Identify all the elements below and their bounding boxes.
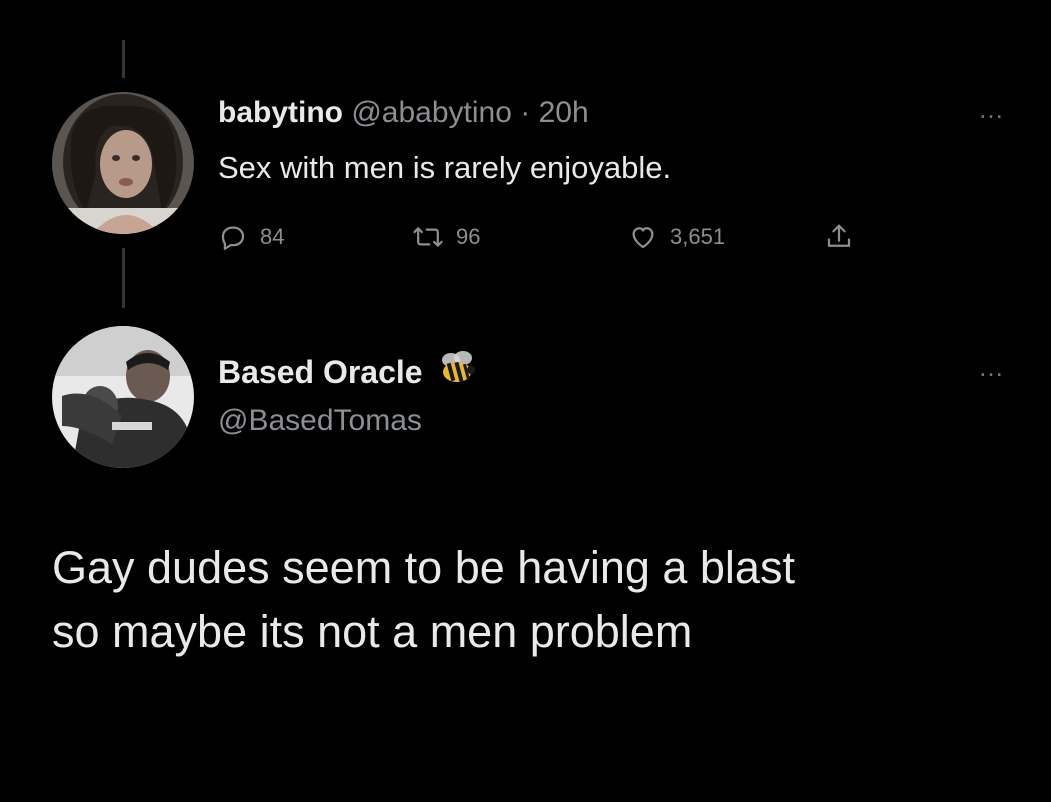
display-name[interactable]: babytino bbox=[218, 96, 343, 129]
reply-icon bbox=[218, 222, 260, 252]
reply-text: Gay dudes seem to be having a blast so m… bbox=[52, 536, 1012, 664]
handle[interactable]: @BasedTomas bbox=[218, 404, 422, 438]
retweet-icon bbox=[412, 222, 456, 252]
tweet-text: Sex with men is rarely enjoyable. bbox=[218, 150, 672, 185]
reply-count: 84 bbox=[260, 224, 285, 249]
thread-line-top bbox=[122, 40, 125, 78]
share-button[interactable] bbox=[824, 222, 866, 252]
more-options-icon[interactable]: … bbox=[978, 352, 1005, 383]
separator-dot: · bbox=[520, 96, 531, 129]
handle[interactable]: @ababytino bbox=[351, 96, 512, 129]
like-count: 3,651 bbox=[670, 224, 726, 249]
avatar[interactable] bbox=[52, 326, 194, 468]
avatar[interactable] bbox=[52, 92, 194, 234]
timestamp[interactable]: 20h bbox=[539, 96, 589, 129]
like-button[interactable]: 3,651 bbox=[628, 222, 725, 252]
more-options-icon[interactable]: … bbox=[978, 94, 1005, 125]
bee-icon bbox=[437, 350, 477, 394]
reply-text-line: Gay dudes seem to be having a blast bbox=[52, 542, 795, 593]
reply-button[interactable]: 84 bbox=[218, 222, 284, 252]
heart-icon bbox=[628, 222, 670, 252]
display-name-row: Based Oracle bbox=[218, 350, 477, 394]
reply-text-line: so maybe its not a men problem bbox=[52, 606, 693, 657]
share-icon bbox=[824, 222, 866, 252]
retweet-button[interactable]: 96 bbox=[412, 222, 480, 252]
display-name[interactable]: Based Oracle bbox=[218, 354, 423, 391]
thread-line-connector bbox=[122, 248, 125, 308]
tweet-header: babytino @ababytino · 20h bbox=[218, 96, 589, 130]
retweet-count: 96 bbox=[456, 224, 481, 249]
